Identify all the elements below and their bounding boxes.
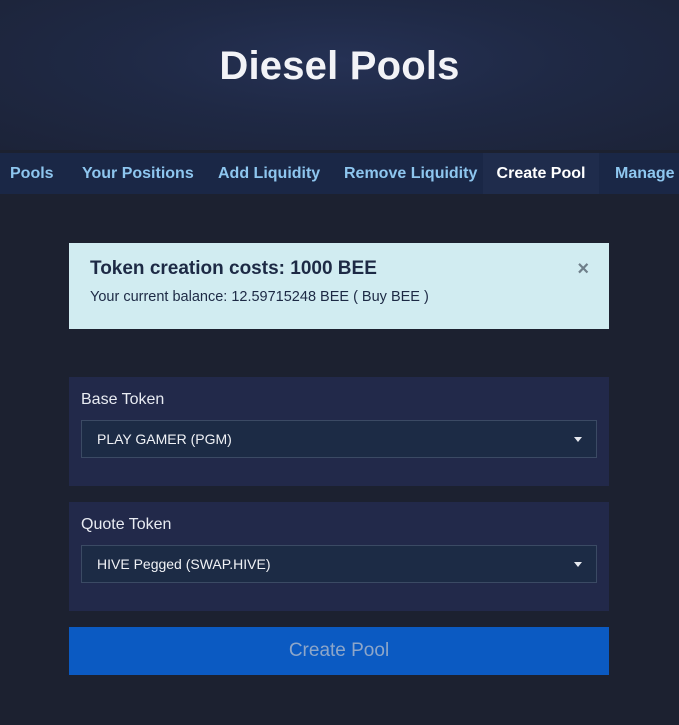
- page-header: Diesel Pools: [0, 0, 679, 150]
- quote-token-card: Quote Token HIVE Pegged (SWAP.HIVE): [69, 502, 609, 611]
- tab-add-liquidity[interactable]: Add Liquidity: [218, 153, 320, 194]
- tab-nav: Pools Your Positions Add Liquidity Remov…: [0, 153, 679, 194]
- tab-pools[interactable]: Pools: [10, 153, 54, 194]
- balance-text: Your current balance: 12.59715248 BEE ( …: [90, 289, 429, 305]
- quote-token-value: HIVE Pegged (SWAP.HIVE): [97, 556, 271, 572]
- info-alert: Token creation costs: 1000 BEE Your curr…: [69, 243, 609, 329]
- base-token-value: PLAY GAMER (PGM): [97, 431, 232, 447]
- base-token-card: Base Token PLAY GAMER (PGM): [69, 377, 609, 486]
- alert-title: Token creation costs: 1000 BEE: [90, 258, 377, 279]
- quote-token-label: Quote Token: [81, 516, 172, 533]
- base-token-select[interactable]: PLAY GAMER (PGM): [81, 420, 597, 458]
- tab-manage[interactable]: Manage I: [615, 153, 679, 194]
- tab-your-positions[interactable]: Your Positions: [82, 153, 194, 194]
- chevron-down-icon: [574, 437, 582, 442]
- base-token-label: Base Token: [81, 391, 165, 408]
- page-title: Diesel Pools: [219, 44, 460, 88]
- quote-token-select[interactable]: HIVE Pegged (SWAP.HIVE): [81, 545, 597, 583]
- close-icon[interactable]: ×: [577, 259, 589, 279]
- tab-remove-liquidity[interactable]: Remove Liquidity: [344, 153, 477, 194]
- create-pool-button[interactable]: Create Pool: [69, 627, 609, 675]
- chevron-down-icon: [574, 562, 582, 567]
- tab-create-pool[interactable]: Create Pool: [483, 153, 599, 194]
